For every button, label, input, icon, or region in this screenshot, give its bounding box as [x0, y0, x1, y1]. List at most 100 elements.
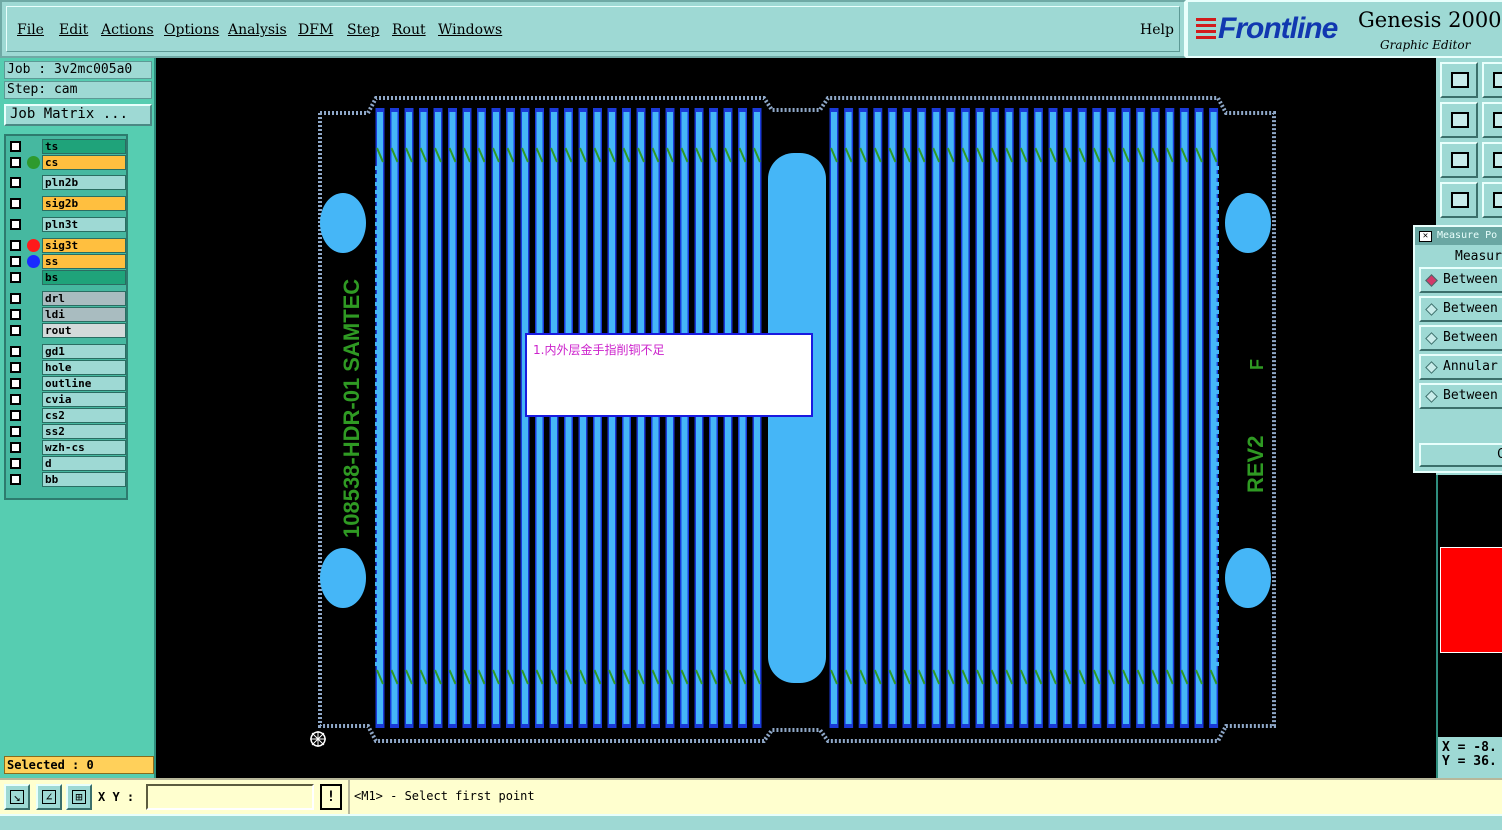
- layer-name[interactable]: rout: [42, 323, 126, 338]
- layer-checkbox[interactable]: [10, 442, 21, 453]
- graphic-canvas[interactable]: 108538-HDR-01 SAMTEC REV2 F 1.内外层金手指削铜不足: [156, 58, 1436, 778]
- layer-checkbox[interactable]: [10, 177, 21, 188]
- layer-color-dot: [27, 176, 40, 189]
- layer-checkbox[interactable]: [10, 362, 21, 373]
- layer-checkbox[interactable]: [10, 394, 21, 405]
- fit-screen-button[interactable]: [1440, 142, 1478, 178]
- layer-row-drl[interactable]: drl: [8, 291, 126, 306]
- mounting-hole: [1225, 193, 1271, 253]
- zoom-tool-button[interactable]: ↘: [4, 784, 30, 810]
- grid-button[interactable]: [1482, 182, 1502, 218]
- layer-checkbox[interactable]: [10, 426, 21, 437]
- zoom-back-button[interactable]: [1440, 102, 1478, 138]
- menu-file[interactable]: File: [17, 22, 44, 38]
- measure-option-1[interactable]: Between: [1419, 267, 1502, 293]
- layer-row-bb[interactable]: bb: [8, 472, 126, 487]
- x-coordinate: X = -8.: [1442, 740, 1497, 755]
- alert-button[interactable]: !: [320, 784, 342, 810]
- layer-checkbox[interactable]: [10, 272, 21, 283]
- layer-row-pln3t[interactable]: pln3t: [8, 217, 126, 232]
- layer-name[interactable]: d: [42, 456, 126, 471]
- layer-name[interactable]: drl: [42, 291, 126, 306]
- layer-checkbox[interactable]: [10, 325, 21, 336]
- layer-name[interactable]: ss: [42, 254, 126, 269]
- layer-row-gd1[interactable]: gd1: [8, 344, 126, 359]
- layer-name[interactable]: pln2b: [42, 175, 126, 190]
- menu-analysis[interactable]: Analysis: [228, 22, 287, 38]
- layer-checkbox[interactable]: [10, 346, 21, 357]
- grid-snap-button[interactable]: ⊞: [66, 784, 92, 810]
- layer-row-ss2[interactable]: ss2: [8, 424, 126, 439]
- xy-input[interactable]: [146, 784, 314, 810]
- layer-checkbox[interactable]: [10, 219, 21, 230]
- layer-row-sig2b[interactable]: sig2b: [8, 196, 126, 211]
- redraw-button[interactable]: [1482, 62, 1502, 98]
- layer-name[interactable]: sig2b: [42, 196, 126, 211]
- layer-row-cs2[interactable]: cs2: [8, 408, 126, 423]
- layer-row-d[interactable]: d: [8, 456, 126, 471]
- layer-name[interactable]: outline: [42, 376, 126, 391]
- measure-option-3[interactable]: Between: [1419, 325, 1502, 351]
- layer-row-cs[interactable]: cs: [8, 155, 126, 170]
- menu-options[interactable]: Options: [164, 22, 219, 38]
- close-icon[interactable]: ✕: [1419, 231, 1432, 242]
- layer-row-wzh-cs[interactable]: wzh-cs: [8, 440, 126, 455]
- layer-name[interactable]: ldi: [42, 307, 126, 322]
- layer-checkbox[interactable]: [10, 458, 21, 469]
- layer-checkbox[interactable]: [10, 256, 21, 267]
- menu-actions[interactable]: Actions: [101, 22, 154, 38]
- menu-windows[interactable]: Windows: [438, 22, 502, 38]
- fit-profile-button[interactable]: [1482, 142, 1502, 178]
- measure-close-button[interactable]: Cl: [1419, 443, 1502, 467]
- layer-checkbox[interactable]: [10, 157, 21, 168]
- measure-popup: Measure Po ✕ Measur Between Between Betw…: [1413, 225, 1502, 473]
- layer-checkbox[interactable]: [10, 198, 21, 209]
- layer-row-sig3t[interactable]: sig3t: [8, 238, 126, 253]
- measure-tool-button[interactable]: ∠: [36, 784, 62, 810]
- menu-help[interactable]: Help: [1140, 22, 1174, 38]
- layer-row-bs[interactable]: bs: [8, 270, 126, 285]
- zoom-window-button[interactable]: [1482, 102, 1502, 138]
- pcb-board[interactable]: 108538-HDR-01 SAMTEC REV2 F: [156, 58, 1436, 778]
- layer-row-hole[interactable]: hole: [8, 360, 126, 375]
- home-view-button[interactable]: [1440, 62, 1478, 98]
- layer-name[interactable]: bb: [42, 472, 126, 487]
- measure-option-2[interactable]: Between: [1419, 296, 1502, 322]
- overview-map[interactable]: [1436, 475, 1502, 737]
- layer-color-dot: [27, 409, 40, 422]
- layer-row-ts[interactable]: ts: [8, 139, 126, 154]
- menu-dfm[interactable]: DFM: [298, 22, 333, 38]
- menu-edit[interactable]: Edit: [59, 22, 88, 38]
- layer-row-ss[interactable]: ss: [8, 254, 126, 269]
- layer-row-ldi[interactable]: ldi: [8, 307, 126, 322]
- layer-row-outline[interactable]: outline: [8, 376, 126, 391]
- measure-option-5[interactable]: Between: [1419, 383, 1502, 409]
- layer-checkbox[interactable]: [10, 293, 21, 304]
- layer-checkbox[interactable]: [10, 240, 21, 251]
- menu-step[interactable]: Step: [347, 22, 379, 38]
- layer-row-rout[interactable]: rout: [8, 323, 126, 338]
- layer-name[interactable]: wzh-cs: [42, 440, 126, 455]
- layer-name[interactable]: sig3t: [42, 238, 126, 253]
- snap-button[interactable]: [1440, 182, 1478, 218]
- job-matrix-button[interactable]: Job Matrix ...: [4, 104, 152, 126]
- menu-rout[interactable]: Rout: [392, 22, 426, 38]
- layer-name[interactable]: cs: [42, 155, 126, 170]
- layer-checkbox[interactable]: [10, 474, 21, 485]
- layer-name[interactable]: pln3t: [42, 217, 126, 232]
- layer-name[interactable]: ss2: [42, 424, 126, 439]
- measure-option-annular[interactable]: Annular: [1419, 354, 1502, 380]
- layer-name[interactable]: ts: [42, 139, 126, 154]
- layer-name[interactable]: hole: [42, 360, 126, 375]
- layer-checkbox[interactable]: [10, 410, 21, 421]
- layer-name[interactable]: cvia: [42, 392, 126, 407]
- layer-row-pln2b[interactable]: pln2b: [8, 175, 126, 190]
- layer-name[interactable]: bs: [42, 270, 126, 285]
- layer-name[interactable]: cs2: [42, 408, 126, 423]
- annotation-note[interactable]: 1.内外层金手指削铜不足: [525, 333, 813, 417]
- layer-checkbox[interactable]: [10, 378, 21, 389]
- layer-name[interactable]: gd1: [42, 344, 126, 359]
- layer-checkbox[interactable]: [10, 141, 21, 152]
- layer-checkbox[interactable]: [10, 309, 21, 320]
- layer-row-cvia[interactable]: cvia: [8, 392, 126, 407]
